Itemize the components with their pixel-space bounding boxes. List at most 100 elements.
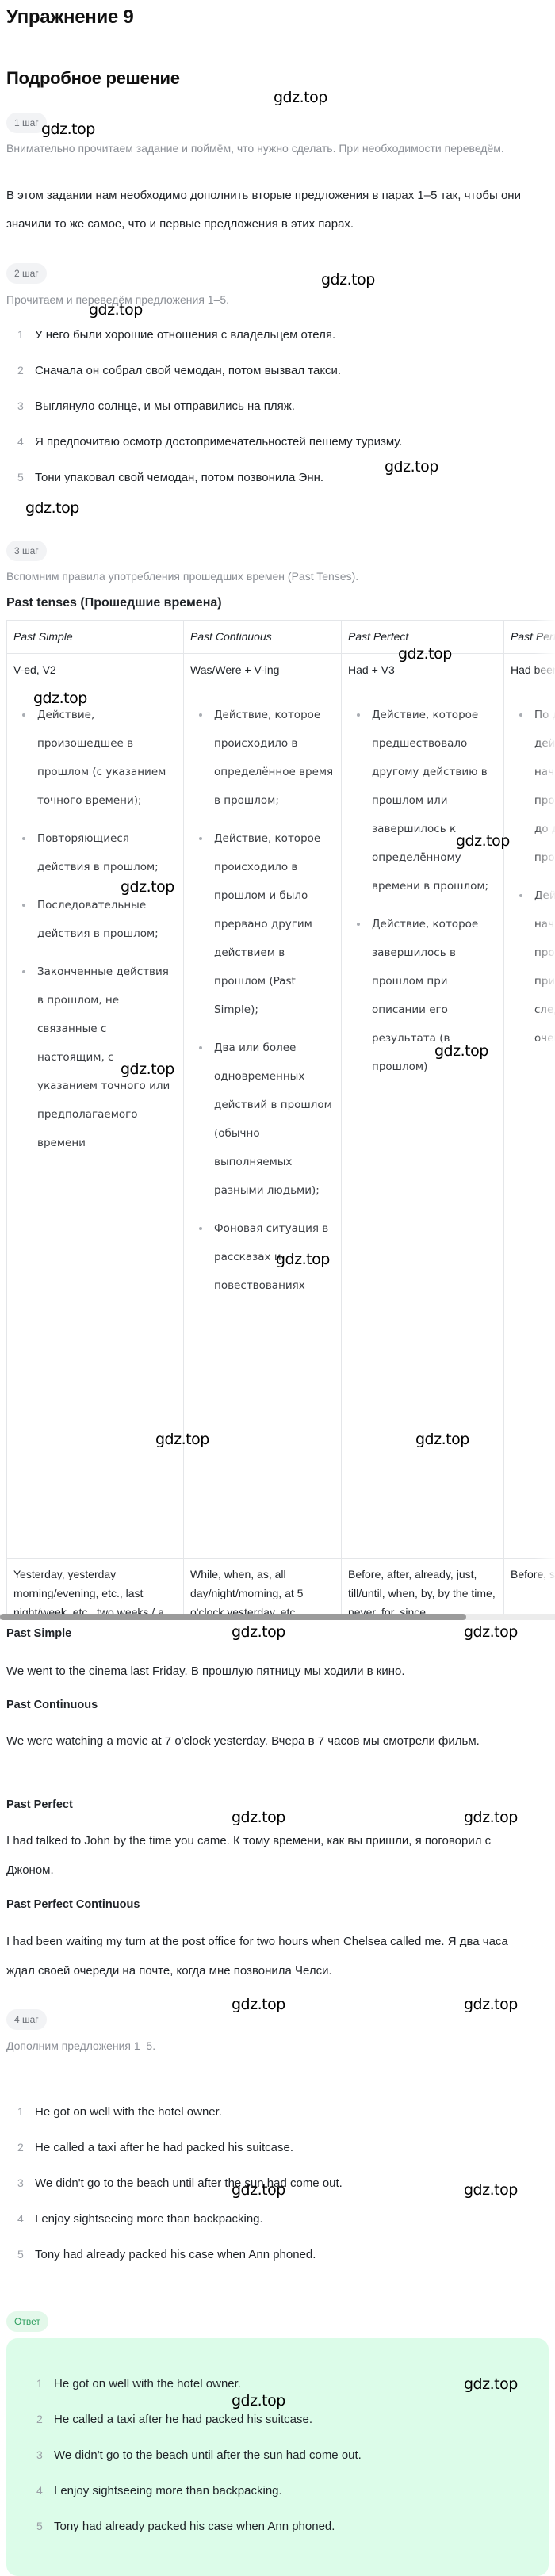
- item-number: 5: [36, 2520, 54, 2532]
- list-item: 3We didn't go to the beach until after t…: [36, 2448, 362, 2462]
- use-item: Два или более одновременных действий в п…: [190, 1034, 335, 1205]
- step-1-hint: Внимательно прочитаем задание и поймём, …: [6, 140, 538, 157]
- item-text: Сначала он собрал свой чемодан, потом вы…: [35, 364, 341, 377]
- step-1-badge: 1 шаг: [6, 113, 47, 133]
- step-4-hint: Дополним предложения 1–5.: [6, 2037, 538, 2054]
- use-item: Действие, которое предшествовало другому…: [348, 701, 497, 900]
- form-cell: V-ed, V2: [7, 654, 184, 686]
- item-number: 2: [17, 364, 35, 376]
- list-item: 2He called a taxi after he had packed hi…: [17, 2141, 293, 2154]
- tenses-table: Past Simple Past Continuous Past Perfect…: [6, 620, 555, 1620]
- watermark: gdz.top: [274, 89, 327, 106]
- item-number: 4: [36, 2484, 54, 2497]
- header-cell: Past Continuous: [184, 621, 342, 654]
- tenses-table-title: Past tenses (Прошедшие времена): [6, 596, 222, 610]
- item-text: У него были хорошие отношения с владельц…: [35, 328, 335, 342]
- watermark: gdz.top: [232, 1996, 285, 2013]
- example-title: Past Simple: [6, 1627, 71, 1640]
- step-1-text: В этом задании нам необходимо дополнить …: [6, 182, 545, 239]
- marker-cell: Yesterday, yesterday morning/evening, et…: [7, 1559, 184, 1621]
- watermark: gdz.top: [25, 499, 79, 517]
- example-title: Past Continuous: [6, 1699, 98, 1711]
- list-item: 4Я предпочитаю осмотр достопримечательно…: [17, 435, 402, 449]
- marker-cell: While, when, as, all day/night/morning, …: [184, 1559, 342, 1621]
- table-overflow-fade: [534, 620, 555, 1617]
- table-row-uses: Действие, произошедшее в прошлом (с указ…: [7, 686, 555, 1559]
- item-number: 4: [17, 2212, 35, 2225]
- form-cell: Was/Were + V-ing: [184, 654, 342, 686]
- watermark: gdz.top: [464, 1809, 518, 1826]
- item-text: Выглянуло солнце, и мы отправились на пл…: [35, 399, 295, 413]
- item-text: Я предпочитаю осмотр достопримечательнос…: [35, 435, 402, 449]
- list-item: 3We didn't go to the beach until after t…: [17, 2177, 343, 2190]
- step-4-badge: 4 шаг: [6, 2009, 47, 2030]
- item-number: 2: [17, 2141, 35, 2154]
- watermark: gdz.top: [385, 458, 438, 476]
- use-item: Действие, которое происходило в прошлом …: [190, 824, 335, 1024]
- item-number: 3: [17, 2177, 35, 2189]
- header-cell: Past Simple: [7, 621, 184, 654]
- table-header-row: Past Simple Past Continuous Past Perfect…: [7, 621, 555, 654]
- item-text: We didn't go to the beach until after th…: [35, 2177, 343, 2190]
- header-cell: Past Perfect: [342, 621, 504, 654]
- watermark: gdz.top: [464, 1996, 518, 2013]
- item-number: 3: [17, 399, 35, 412]
- table-scrollbar-thumb[interactable]: [0, 1614, 466, 1620]
- page-title: Упражнение 9: [6, 6, 133, 29]
- use-item: Последовательные действия в прошлом;: [13, 891, 177, 948]
- use-item: Законченные действия в прошлом, не связа…: [13, 957, 177, 1157]
- item-text: He called a taxi after he had packed his…: [54, 2413, 312, 2426]
- item-text: I enjoy sightseeing more than backpackin…: [35, 2212, 263, 2226]
- use-item: Действие, которое завершилось в прошлом …: [348, 910, 497, 1081]
- list-item: 2He called a taxi after he had packed hi…: [36, 2413, 312, 2426]
- item-text: He got on well with the hotel owner.: [54, 2377, 241, 2391]
- list-item: 2Сначала он собрал свой чемодан, потом в…: [17, 364, 341, 377]
- table-row-forms: V-ed, V2 Was/Were + V-ing Had + V3 Had b…: [7, 654, 555, 686]
- tenses-table-scroll[interactable]: Past Simple Past Continuous Past Perfect…: [6, 620, 555, 1620]
- example-text: We were watching a movie at 7 o'clock ye…: [6, 1726, 538, 1756]
- watermark: gdz.top: [232, 1623, 285, 1641]
- item-number: 1: [17, 328, 35, 341]
- example-text: We went to the cinema last Friday. В про…: [6, 1657, 538, 1686]
- example-title: Past Perfect: [6, 1798, 73, 1811]
- item-number: 3: [36, 2448, 54, 2461]
- item-text: He got on well with the hotel owner.: [35, 2105, 222, 2119]
- uses-cell: Действие, которое происходило в определё…: [184, 686, 342, 1559]
- marker-cell: Before, after, already, just, till/until…: [342, 1559, 504, 1621]
- use-item: Действие, произошедшее в прошлом (с указ…: [13, 701, 177, 815]
- list-item: 4I enjoy sightseeing more than backpacki…: [36, 2484, 282, 2498]
- form-cell: Had + V3: [342, 654, 504, 686]
- step-2-badge: 2 шаг: [6, 263, 47, 284]
- item-text: Тони упаковал свой чемодан, потом позвон…: [35, 471, 323, 484]
- item-number: 5: [17, 2248, 35, 2261]
- use-item: Фоновая ситуация в рассказах и повествов…: [190, 1214, 335, 1300]
- item-text: He called a taxi after he had packed his…: [35, 2141, 293, 2154]
- item-number: 2: [36, 2413, 54, 2425]
- use-item: Действие, которое происходило в определё…: [190, 701, 335, 815]
- step-2-hint: Прочитаем и переведём предложения 1–5.: [6, 291, 538, 308]
- example-text: I had talked to John by the time you cam…: [6, 1826, 538, 1885]
- list-item: 1He got on well with the hotel owner.: [17, 2105, 222, 2119]
- uses-cell: Действие, которое предшествовало другому…: [342, 686, 504, 1559]
- item-text: Tony had already packed his case when An…: [35, 2248, 316, 2261]
- use-item: Повторяющиеся действия в прошлом;: [13, 824, 177, 881]
- list-item: 5Tony had already packed his case when A…: [36, 2520, 335, 2533]
- watermark: gdz.top: [232, 1809, 285, 1826]
- list-item: 1He got on well with the hotel owner.: [36, 2377, 241, 2391]
- list-item: 1У него были хорошие отношения с владель…: [17, 328, 335, 342]
- watermark: gdz.top: [464, 1623, 518, 1641]
- watermark: gdz.top: [321, 271, 375, 289]
- uses-cell: Действие, произошедшее в прошлом (с указ…: [7, 686, 184, 1559]
- example-title: Past Perfect Continuous: [6, 1898, 140, 1911]
- list-item: 5Tony had already packed his case when A…: [17, 2248, 316, 2261]
- table-row-markers: Yesterday, yesterday morning/evening, et…: [7, 1559, 555, 1621]
- list-item: 4I enjoy sightseeing more than backpacki…: [17, 2212, 263, 2226]
- list-item: 3Выглянуло солнце, и мы отправились на п…: [17, 399, 295, 413]
- solution-heading: Подробное решение: [6, 68, 180, 89]
- item-number: 1: [36, 2377, 54, 2390]
- watermark: gdz.top: [464, 2181, 518, 2199]
- watermark: gdz.top: [41, 120, 95, 138]
- item-number: 1: [17, 2105, 35, 2118]
- item-text: Tony had already packed his case when An…: [54, 2520, 335, 2533]
- item-text: I enjoy sightseeing more than backpackin…: [54, 2484, 282, 2498]
